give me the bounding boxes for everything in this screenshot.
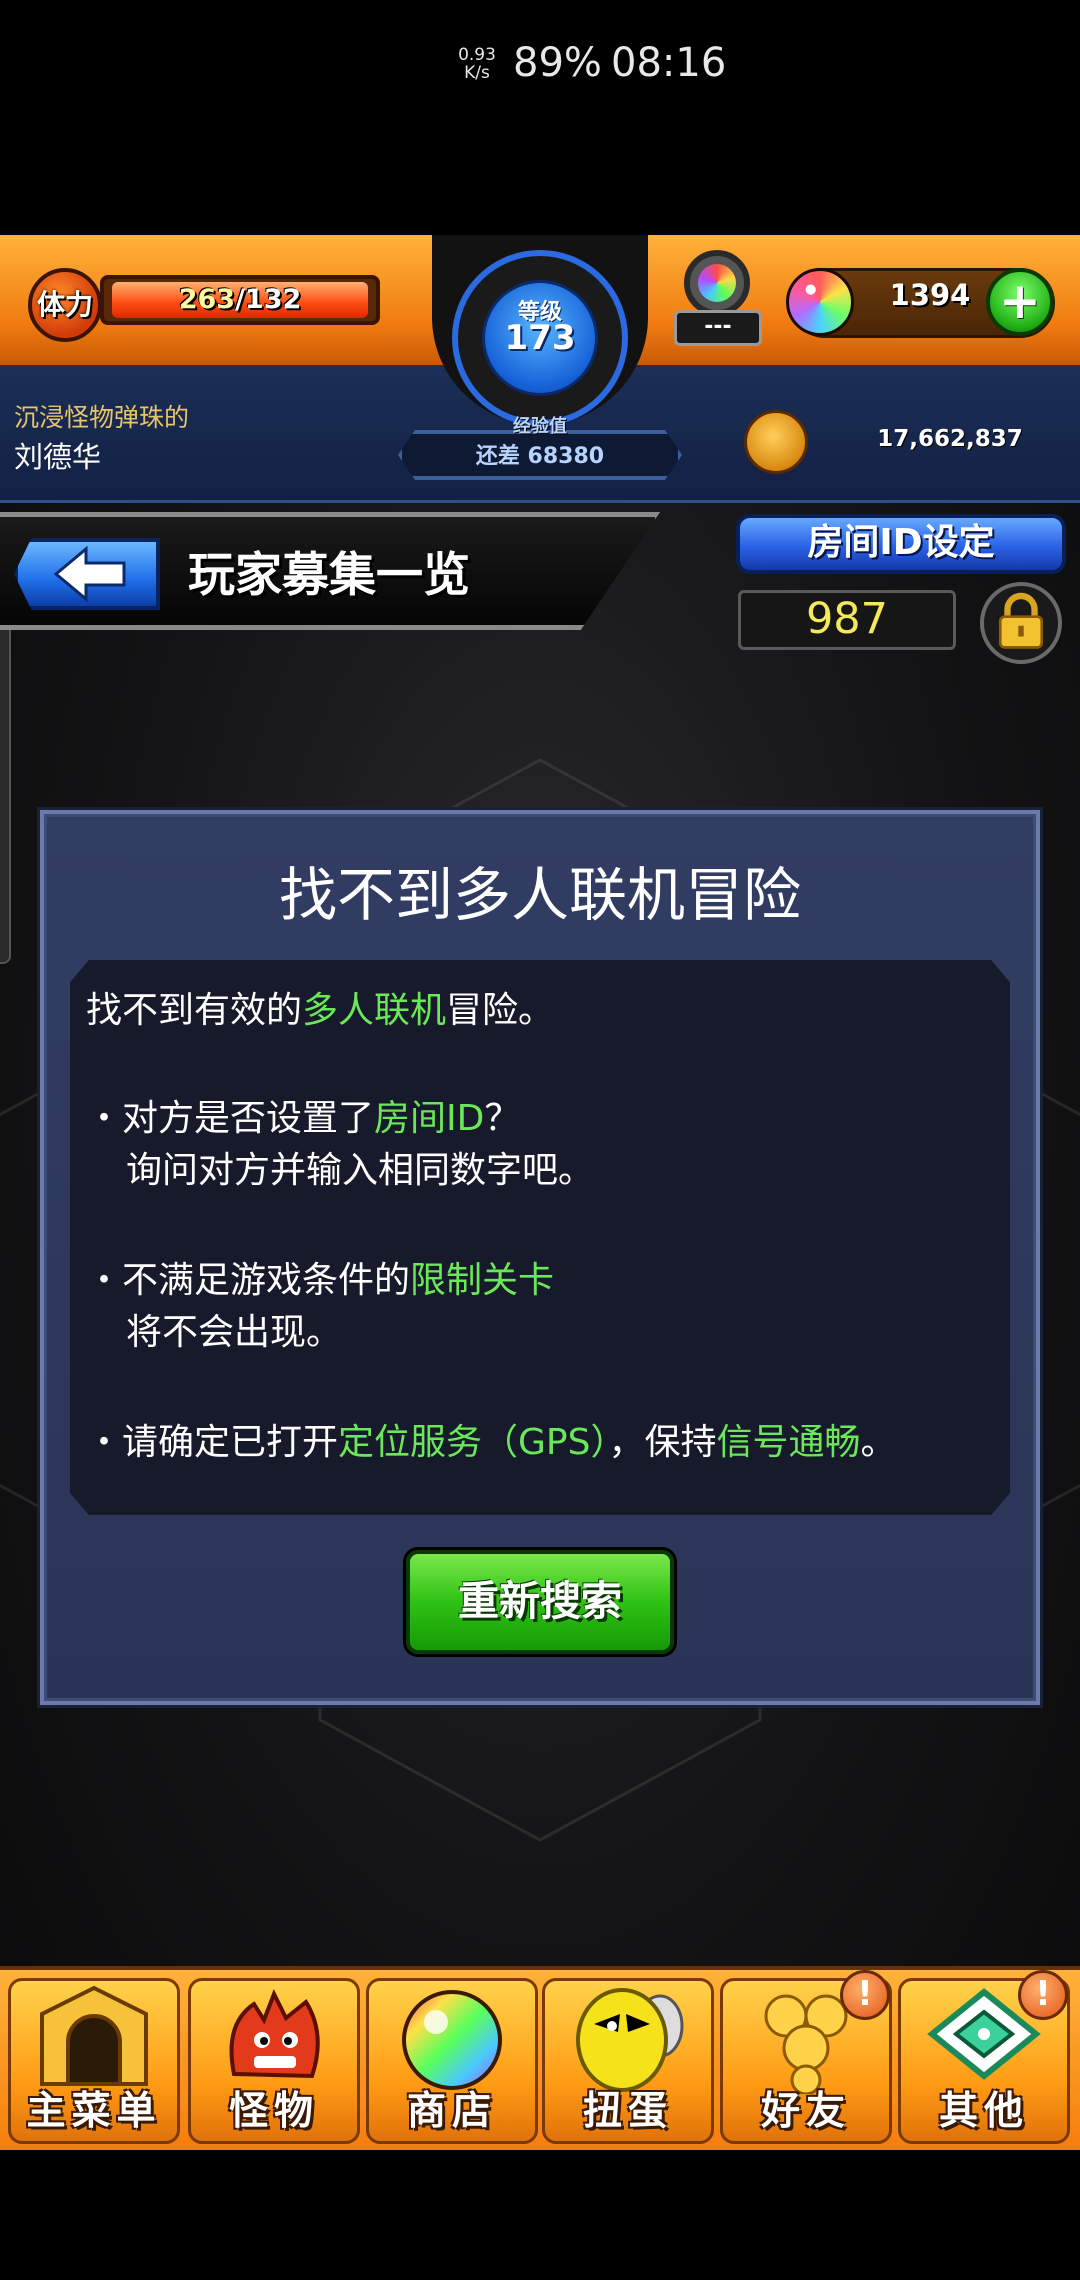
room-id-setting-button[interactable]: 房间ID设定 (736, 514, 1066, 574)
message-bullet-3: ・请确定已打开定位服务（GPS），保持信号通畅。 (86, 1417, 897, 1469)
other-alert-badge: ! (1018, 1970, 1068, 2020)
nav-label: 好友 (760, 2089, 851, 2134)
room-lock-button[interactable] (980, 582, 1062, 664)
rainbow-orb-icon (786, 268, 854, 336)
orb-count: 1394 (889, 278, 971, 312)
message-line-1: 找不到有效的多人联机冒险。 (86, 985, 554, 1037)
message-text: ・请确定已打开 (86, 1422, 339, 1463)
nav-label: 其他 (938, 2089, 1029, 2134)
network-speed-value: 0.93 (458, 45, 496, 65)
message-highlight: 定位服务（GPS） (338, 1422, 609, 1463)
status-bar (0, 0, 1080, 235)
badge-gem-icon (698, 264, 736, 302)
nav-monsters[interactable]: 怪物 (188, 1978, 360, 2144)
message-text: ・对方是否设置了 (86, 1098, 375, 1139)
message-text: ？ (484, 1098, 521, 1139)
message-bullet-2: ・不满足游戏条件的限制关卡 (86, 1255, 554, 1307)
friends-alert-badge: ! (840, 1970, 890, 2020)
battery-level: 89% (513, 40, 602, 86)
message-highlight: 限制关卡 (410, 1260, 555, 1301)
page-title: 玩家募集一览 (188, 548, 470, 603)
add-orbs-button[interactable]: + (986, 268, 1054, 336)
stamina-current: 263 (178, 284, 236, 315)
network-speed-unit: K/s (464, 63, 490, 83)
bottom-black-area (0, 2150, 1080, 2280)
monster-icon (229, 1989, 320, 2079)
message-bullet-2-line-2: 将不会出现。 (126, 1312, 343, 1353)
player-name: 刘德华 (14, 440, 102, 474)
back-arrow-icon (53, 545, 126, 603)
network-speed: 0.93 K/s (452, 46, 502, 82)
nav-main-menu[interactable]: 主菜单 (8, 1978, 180, 2144)
message-text: 找不到有效的 (86, 990, 303, 1031)
message-highlight: 多人联机 (302, 990, 447, 1031)
nav-label: 扭蛋 (582, 2089, 673, 2134)
stamina-text: 263/132 (104, 279, 376, 321)
gold-coin-icon (744, 410, 808, 474)
nav-label: 怪物 (228, 2089, 319, 2134)
message-text: 。 (860, 1422, 897, 1463)
egg-icon (576, 1988, 684, 2092)
nav-shop[interactable]: 商店 (366, 1978, 538, 2144)
search-again-button[interactable]: 重新搜索 (406, 1550, 674, 1654)
player-subtitle: 沉浸怪物弹珠的 (14, 403, 190, 432)
message-text: ，保持 (608, 1422, 717, 1463)
message-highlight: 房间ID (374, 1098, 485, 1139)
message-bullet-1: ・对方是否设置了房间ID？ (86, 1093, 520, 1145)
clock: 08:16 (611, 40, 727, 86)
badge-value: --- (674, 310, 762, 346)
message-text: ・不满足游戏条件的 (86, 1260, 411, 1301)
message-text: 冒险。 (446, 990, 555, 1031)
exp-label: 经验值 (513, 416, 567, 437)
stamina-icon: 体力 (28, 268, 102, 342)
rainbow-orb-icon (402, 1990, 502, 2090)
stamina-max: /132 (235, 284, 302, 315)
dialog-title: 找不到多人联机冒险 (278, 861, 801, 929)
nav-gacha[interactable]: 扭蛋 (542, 1978, 714, 2144)
rank-value: 173 (504, 318, 576, 358)
room-id-field[interactable]: 987 (738, 590, 956, 650)
coin-count: 17,662,837 (877, 426, 1023, 452)
nav-label: 商店 (406, 2089, 497, 2134)
exp-remaining: 还差 68380 (475, 444, 605, 469)
lock-icon (998, 592, 1044, 649)
message-highlight: 信号通畅 (716, 1422, 861, 1463)
gate-icon (40, 1985, 148, 2086)
message-bullet-1-line-2: 询问对方并输入相同数字吧。 (126, 1150, 595, 1191)
nav-label: 主菜单 (26, 2089, 162, 2134)
luck-badge[interactable]: --- (672, 250, 764, 350)
stamina-bar[interactable]: 263/132 (100, 275, 380, 325)
